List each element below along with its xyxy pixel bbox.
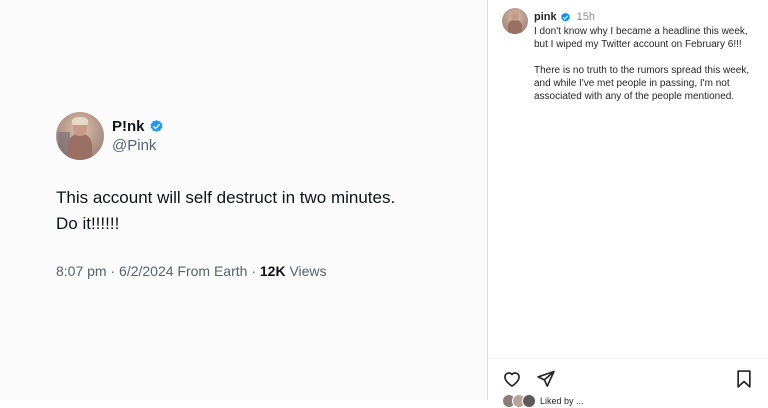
username[interactable]: pink bbox=[534, 11, 557, 23]
verified-badge-icon bbox=[149, 119, 163, 132]
likes-row: Liked by ... bbox=[502, 394, 584, 408]
post-time[interactable]: 15h bbox=[577, 11, 595, 23]
post-header: pink 15h bbox=[534, 11, 595, 23]
instagram-panel: pink 15h I don't know why I became a hea… bbox=[487, 0, 768, 408]
tweet-author: P!nk @Pink bbox=[112, 118, 164, 154]
post-actions bbox=[502, 369, 754, 391]
tweet-text-line: This account will self destruct in two m… bbox=[56, 188, 396, 207]
display-name[interactable]: P!nk bbox=[112, 118, 145, 135]
tweet-header: P!nk @Pink bbox=[56, 112, 164, 160]
tweet-card: P!nk @Pink This account will self destru… bbox=[0, 0, 487, 400]
caption-paragraph: I don't know why I became a headline thi… bbox=[534, 26, 748, 50]
tweet-meta: 8:07 pm · 6/2/2024 From Earth · 12K View… bbox=[56, 263, 327, 279]
avatar[interactable] bbox=[502, 8, 528, 34]
verified-badge-icon bbox=[560, 12, 570, 21]
tweet-text: This account will self destruct in two m… bbox=[56, 185, 456, 237]
likes-text[interactable]: Liked by ... bbox=[540, 396, 584, 406]
send-icon[interactable] bbox=[536, 369, 556, 389]
heart-icon[interactable] bbox=[502, 369, 522, 389]
handle[interactable]: @Pink bbox=[112, 137, 164, 154]
caption-paragraph: There is no truth to the rumors spread t… bbox=[534, 65, 750, 102]
views-label: Views bbox=[285, 263, 327, 279]
post-caption: I don't know why I became a headline thi… bbox=[534, 25, 756, 116]
timestamp[interactable]: 8:07 pm · 6/2/2024 From Earth · bbox=[56, 263, 260, 279]
views-count: 12K bbox=[259, 263, 286, 279]
tweet-text-line: Do it!!!!!! bbox=[56, 214, 120, 233]
bookmark-icon[interactable] bbox=[734, 369, 754, 389]
avatar bbox=[522, 394, 536, 408]
divider bbox=[488, 358, 768, 359]
avatar[interactable] bbox=[56, 112, 104, 160]
